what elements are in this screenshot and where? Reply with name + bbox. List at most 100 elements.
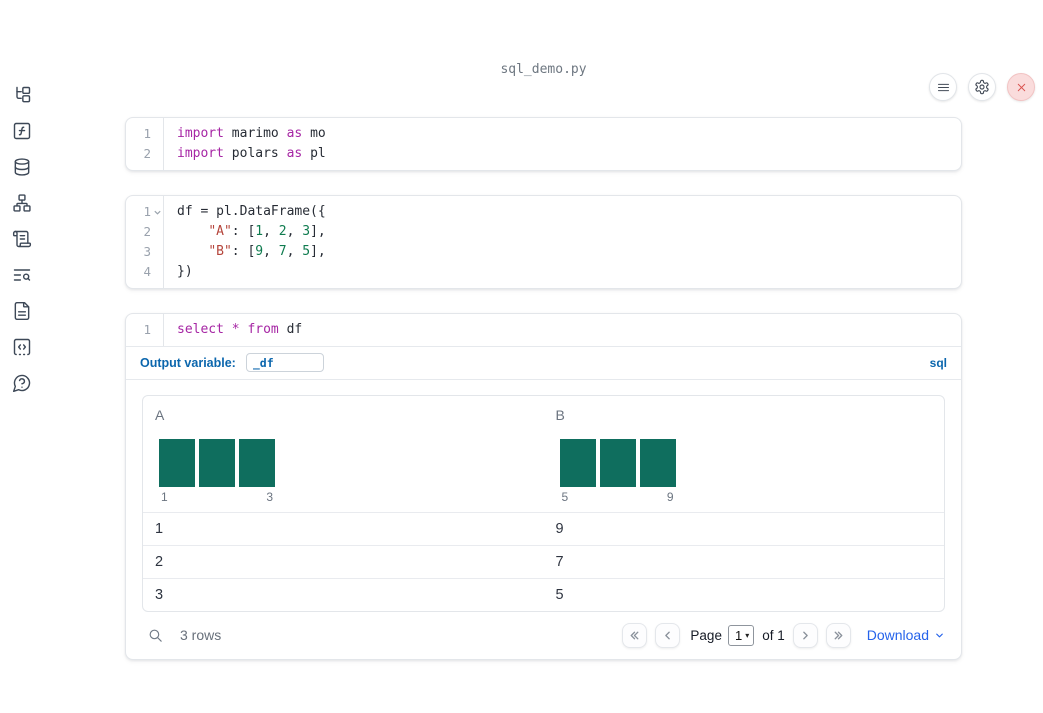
column-header-b[interactable]: B 59	[544, 396, 945, 512]
chevron-down-icon	[936, 633, 943, 637]
code-cell-dataframe: 1 2 3 4 df = pl.DataFrame({ "A": [1, 2, 3], …	[125, 195, 962, 289]
fold-toggle[interactable]	[151, 208, 163, 217]
histogram-bar	[599, 439, 636, 487]
sql-editor[interactable]: 1 select * from df	[126, 314, 961, 346]
hist-max-label: 9	[666, 490, 674, 504]
fold-chevron-icon	[153, 210, 161, 215]
line-number: 3	[143, 244, 151, 259]
histogram-bar	[199, 439, 235, 487]
column-histogram: 13	[159, 439, 544, 504]
table-cell: 1	[155, 521, 164, 537]
histogram-axis: 13	[159, 490, 275, 504]
code-line: df = pl.DataFrame({	[177, 204, 326, 219]
line-number: 1	[143, 322, 151, 337]
database-icon	[14, 158, 30, 176]
code-content[interactable]: select * from df	[164, 314, 302, 346]
histogram-bar	[159, 439, 195, 487]
code-content[interactable]: import marimo as mo import polars as pl	[164, 118, 326, 170]
sidebar-item-snippets[interactable]	[10, 335, 34, 359]
close-x-icon	[1017, 83, 1025, 91]
hist-min-label: 5	[561, 490, 569, 504]
last-page-button[interactable]	[825, 622, 851, 648]
code-line: "A": [1, 2, 3],	[208, 224, 326, 239]
line-number-gutter: 1 2 3 4	[126, 196, 164, 288]
chevrons-right-icon	[834, 631, 843, 639]
code-cell-imports: 1 2 import marimo as mo import polars as pl	[125, 117, 962, 171]
menu-button[interactable]	[929, 73, 957, 101]
table-cell: 9	[555, 521, 564, 537]
folder-tree-icon	[16, 86, 31, 103]
sidebar-item-search[interactable]	[10, 263, 34, 287]
sidebar-item-dependencies[interactable]	[10, 191, 34, 215]
histogram-bars	[559, 439, 945, 487]
search-icon	[149, 629, 162, 642]
sql-cell-footer: Output variable: sql	[126, 346, 961, 379]
download-button[interactable]: Download	[867, 627, 945, 643]
notebook-filename[interactable]: sql_demo.py	[344, 62, 744, 77]
file-text-icon	[14, 301, 30, 321]
scroll-text-icon	[12, 230, 32, 248]
marimo-app: sql_demo.py 1 2 import marimo as mo import …	[0, 62, 1043, 713]
code-editor[interactable]: 1 2 import marimo as mo import polars as pl	[126, 118, 961, 170]
hist-max-label: 3	[266, 490, 273, 504]
message-question-icon	[12, 374, 31, 393]
sql-cell: 1 select * from df Output variable: sql A…	[125, 313, 962, 660]
histogram-bar	[559, 439, 596, 487]
sidebar-item-data-sources[interactable]	[10, 155, 34, 179]
sidebar-item-file-explorer[interactable]	[10, 83, 34, 107]
code-line: select * from df	[177, 322, 303, 337]
settings-button[interactable]	[968, 73, 996, 101]
table-row[interactable]: 19	[143, 512, 944, 545]
hamburger-menu-icon	[937, 83, 949, 91]
helper-panel-sidebar	[0, 83, 44, 395]
histogram-axis: 59	[560, 490, 676, 504]
text-search-icon	[13, 269, 31, 281]
line-number-gutter: 1	[126, 314, 164, 346]
output-variable-input[interactable]	[245, 353, 324, 372]
table-cell: 2	[155, 554, 164, 570]
page-label: Page	[690, 627, 722, 643]
column-header-a[interactable]: A 13	[143, 396, 544, 512]
shutdown-button[interactable]	[1007, 73, 1035, 101]
chevrons-left-icon	[631, 631, 639, 639]
column-name: B	[555, 407, 565, 423]
column-histogram: 59	[559, 439, 945, 504]
column-name: A	[155, 407, 165, 423]
line-number: 1	[143, 126, 151, 141]
search-button[interactable]	[142, 622, 168, 648]
sidebar-item-logs[interactable]	[10, 227, 34, 251]
table-cell: 5	[555, 587, 564, 603]
notebook-main: sql_demo.py 1 2 import marimo as mo import …	[44, 62, 1043, 660]
line-number: 4	[143, 264, 151, 279]
table-header: A 13 B 59	[143, 396, 944, 512]
code-line: import marimo as mo	[177, 126, 326, 141]
sidebar-item-documentation[interactable]	[10, 299, 34, 323]
row-count: 3 rows	[180, 627, 222, 643]
cell-output: A 13 B 59 192735 3 rows Page 1 ▾ of 1 Do…	[126, 379, 961, 659]
table-row[interactable]: 27	[143, 545, 944, 578]
line-number: 1	[143, 204, 151, 219]
prev-page-button[interactable]	[655, 622, 681, 648]
line-number: 2	[143, 146, 151, 161]
line-number: 2	[143, 224, 151, 239]
table-row[interactable]: 35	[143, 578, 944, 611]
page-of-label: of 1	[762, 627, 785, 643]
first-page-button[interactable]	[622, 622, 648, 648]
function-square-icon	[13, 122, 31, 140]
code-editor[interactable]: 1 2 3 4 df = pl.DataFrame({ "A": [1, 2, 3], …	[126, 196, 961, 288]
code-content[interactable]: df = pl.DataFrame({ "A": [1, 2, 3], "B":…	[164, 196, 326, 288]
histogram-bars	[159, 439, 544, 487]
page-select[interactable]: 1 ▾	[727, 624, 755, 646]
output-variable-label: Output variable:	[140, 355, 236, 370]
next-page-button[interactable]	[792, 622, 818, 648]
chevron-right-icon	[802, 631, 808, 639]
select-caret-icon: ▾	[745, 630, 750, 640]
line-number-gutter: 12	[126, 118, 164, 170]
code-line: import polars as pl	[177, 146, 326, 161]
language-tag: sql	[929, 355, 947, 370]
histogram-bar	[239, 439, 275, 487]
code-line: "B": [9, 7, 5],	[208, 244, 326, 259]
sidebar-item-chat-help[interactable]	[10, 371, 34, 395]
sidebar-item-variables[interactable]	[10, 119, 34, 143]
table-body: 192735	[143, 512, 944, 611]
